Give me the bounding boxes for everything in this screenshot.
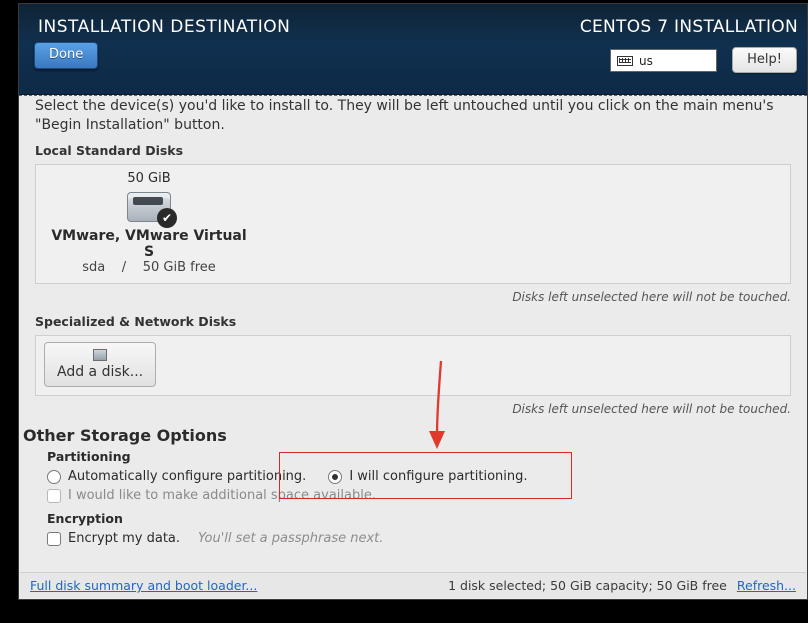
keyboard-layout-value: us <box>639 54 653 68</box>
selected-check-icon: ✔ <box>157 208 177 228</box>
checkbox-icon <box>47 489 61 503</box>
encryption-label: Encryption <box>47 511 791 526</box>
disk-icon-wrap: ✔ <box>127 192 171 222</box>
refresh-link[interactable]: Refresh... <box>737 578 796 593</box>
footer-bar: Full disk summary and boot loader... 1 d… <box>20 572 806 598</box>
radio-icon <box>47 470 61 484</box>
add-disk-button[interactable]: Add a disk... <box>44 342 156 387</box>
checkbox-additional-space: I would like to make additional space av… <box>47 488 376 503</box>
content-area: Select the device(s) you'd like to insta… <box>19 95 807 572</box>
local-disks-hint: Disks left unselected here will not be t… <box>35 290 791 304</box>
intro-text: Select the device(s) you'd like to insta… <box>35 95 791 135</box>
radio-manual-partitioning[interactable]: I will configure partitioning. <box>328 469 527 484</box>
network-disks-heading: Specialized & Network Disks <box>35 314 791 329</box>
checkbox-encrypt[interactable]: Encrypt my data. <box>47 531 180 546</box>
network-disks-hint: Disks left unselected here will not be t… <box>35 402 791 416</box>
installer-name: CENTOS 7 INSTALLATION <box>580 17 798 37</box>
network-disks-container: Add a disk... <box>35 335 791 396</box>
disk-summary-link[interactable]: Full disk summary and boot loader... <box>30 578 257 593</box>
keyboard-layout-button[interactable]: us <box>610 49 717 72</box>
header-bar: INSTALLATION DESTINATION CENTOS 7 INSTAL… <box>19 4 807 95</box>
installer-window: INSTALLATION DESTINATION CENTOS 7 INSTAL… <box>18 3 808 600</box>
local-disks-container: 50 GiB ✔ VMware, VMware Virtual S sda / … <box>35 164 791 284</box>
disk-size: 50 GiB <box>127 171 170 186</box>
disk-details: sda / 50 GiB free <box>82 260 216 275</box>
help-button[interactable]: Help! <box>732 47 797 73</box>
done-button[interactable]: Done <box>34 42 98 69</box>
checkbox-icon <box>47 532 61 546</box>
page-title: INSTALLATION DESTINATION <box>38 17 290 37</box>
selection-status: 1 disk selected; 50 GiB capacity; 50 GiB… <box>448 578 727 593</box>
radio-icon <box>328 470 342 484</box>
disk-name: VMware, VMware Virtual S <box>44 228 254 260</box>
disk-small-icon <box>93 349 107 361</box>
encryption-note: You'll set a passphrase next. <box>198 531 383 546</box>
other-storage-heading: Other Storage Options <box>23 426 791 445</box>
keyboard-icon <box>617 56 633 66</box>
local-disks-heading: Local Standard Disks <box>35 143 791 158</box>
partitioning-label: Partitioning <box>47 449 791 464</box>
disk-item[interactable]: 50 GiB ✔ VMware, VMware Virtual S sda / … <box>44 171 254 275</box>
radio-auto-partitioning[interactable]: Automatically configure partitioning. <box>47 469 306 484</box>
